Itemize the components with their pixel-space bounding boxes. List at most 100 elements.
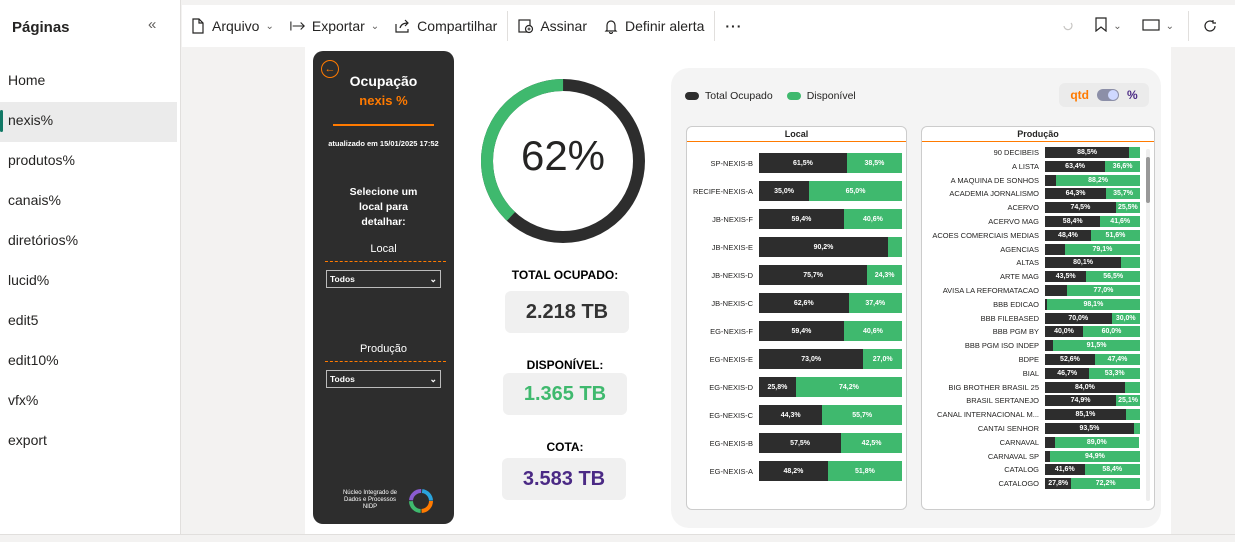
page-item[interactable]: export <box>0 422 177 462</box>
page-item[interactable]: produtos% <box>0 142 177 182</box>
scrollbar-thumb[interactable] <box>1146 157 1150 203</box>
bar-row[interactable]: JB-NEXIS-E 90,2% <box>687 237 902 257</box>
bar-category-label: BIG BROTHER BRASIL 25 <box>948 382 1039 392</box>
bar-segment-disponivel: 58,4% <box>1084 464 1140 476</box>
bar-row[interactable]: ALTAS 80,1% <box>922 257 1140 269</box>
bar-category-label: EG-NEXIS-F <box>710 326 753 336</box>
producao-filter-dropdown[interactable]: Todos ⌄ <box>326 370 441 388</box>
bookmark-button[interactable]: ⌄ <box>1087 11 1129 41</box>
report-subtitle: nexis % <box>359 93 408 108</box>
export-menu-label: Exportar <box>311 18 365 34</box>
bar-segment-ocupado: 58,4% <box>1045 216 1101 227</box>
chevron-down-icon: ⌄ <box>265 20 274 32</box>
bar-row[interactable]: CATALOG 41,6% 58,4% <box>922 464 1140 476</box>
bar-row[interactable]: BDPE 52,6% 47,4% <box>922 354 1140 365</box>
bar-row[interactable]: BBB PGM BY 40,0% 60,0% <box>922 326 1140 338</box>
bar-row[interactable]: CANAL INTERNACIONAL M... 85,1% <box>922 409 1140 421</box>
more-options-button[interactable]: ··· <box>717 11 750 41</box>
unit-toggle[interactable]: qtd % <box>1059 83 1149 107</box>
toggle-switch[interactable] <box>1096 89 1119 101</box>
bar-row[interactable]: BBB FILEBASED 70,0% 30,0% <box>922 312 1140 324</box>
set-alert-button[interactable]: Definir alerta <box>595 11 712 41</box>
bar-row[interactable]: BBB PGM ISO INDEP 91,5% <box>922 340 1140 352</box>
bar-segment-disponivel: 42,5% <box>841 433 902 453</box>
bar-segment-ocupado: 74,5% <box>1045 202 1116 214</box>
bar-segment-disponivel <box>1129 147 1140 158</box>
local-chart-title: Local <box>687 127 906 142</box>
bar-row[interactable]: BBB EDICAO 98,1% <box>922 298 1140 310</box>
bar-segment-ocupado: 84,0% <box>1045 381 1125 393</box>
bar-row[interactable]: BIAL 46,7% 53,3% <box>922 367 1140 379</box>
bar-row[interactable]: ACADEMIA JORNALISMO 64,3% 35,7% <box>922 188 1140 200</box>
sign-button[interactable]: Assinar <box>510 11 595 41</box>
bar-category-label: JB-NEXIS-C <box>711 298 753 308</box>
bar-row[interactable]: EG-NEXIS-F 59,4% 40,6% <box>687 321 902 341</box>
bar-segment-disponivel: 53,3% <box>1089 367 1140 379</box>
bar-segment-ocupado: 46,7% <box>1045 367 1090 379</box>
bar-row[interactable]: JB-NEXIS-D 75,7% 24,3% <box>687 265 902 285</box>
legend-swatch-ocupado <box>685 92 699 100</box>
double-chevron-left-icon[interactable]: « <box>148 16 156 33</box>
refresh-icon[interactable] <box>1195 11 1225 41</box>
bookmark-icon <box>1095 17 1107 35</box>
page-item[interactable]: nexis% <box>0 102 177 142</box>
bar-segment-ocupado: 43,5% <box>1045 271 1087 283</box>
bar-category-label: ACOES COMERCIAIS MEDIAS <box>932 230 1039 240</box>
local-chart: Local SP-NEXIS-B 61,5% 38,5% RECIFE-NEXIS-A… <box>686 126 907 510</box>
bar-row[interactable]: CANTAI SENHOR 93,5% <box>922 423 1140 434</box>
bar-segment-ocupado <box>1045 285 1067 296</box>
page-item[interactable]: lucid% <box>0 262 177 302</box>
bar-row[interactable]: ACERVO MAG 58,4% 41,6% <box>922 216 1140 227</box>
page-item-label: export <box>8 432 47 448</box>
bar-row[interactable]: AGENCIAS 79,1% <box>922 243 1140 255</box>
bar-row[interactable]: EG-NEXIS-E 73,0% 27,0% <box>687 349 902 369</box>
page-item[interactable]: vfx% <box>0 382 177 422</box>
bar-row[interactable]: ACERVO 74,5% 25,5% <box>922 202 1140 214</box>
bar-row[interactable]: A MAQUINA DE SONHOS 88,2% <box>922 174 1140 186</box>
page-item-label: edit5 <box>8 312 39 328</box>
producao-scrollbar[interactable] <box>1146 149 1150 501</box>
page-item[interactable]: diretórios% <box>0 222 177 262</box>
bar-segment-ocupado: 63,4% <box>1045 160 1106 172</box>
file-menu-button[interactable]: Arquivo ⌄ <box>182 11 282 41</box>
bar-row[interactable]: EG-NEXIS-B 57,5% 42,5% <box>687 433 902 453</box>
bar-row[interactable]: EG-NEXIS-A 48,2% 51,8% <box>687 461 902 481</box>
page-item[interactable]: Home <box>0 62 177 102</box>
bar-category-label: JB-NEXIS-F <box>712 214 753 224</box>
status-strip <box>0 534 1235 542</box>
bar-row[interactable]: A LISTA 63,4% 36,6% <box>922 160 1140 172</box>
legend-disponivel-label: Disponível <box>806 90 856 102</box>
bar-category-label: EG-NEXIS-D <box>709 382 753 392</box>
share-button[interactable]: Compartilhar <box>387 11 505 41</box>
bar-row[interactable]: CARNAVAL SP 94,9% <box>922 450 1140 462</box>
bar-row[interactable]: BRASIL SERTANEJO 74,9% 25,1% <box>922 395 1140 407</box>
bar-row[interactable]: ACOES COMERCIAIS MEDIAS 48,4% 51,6% <box>922 229 1140 241</box>
bar-row[interactable]: EG-NEXIS-C 44,3% 55,7% <box>687 405 902 425</box>
bar-segment-ocupado <box>1045 243 1065 255</box>
bar-row[interactable]: 90 DECIBEIS 88,5% <box>922 147 1140 158</box>
bar-row[interactable]: CATALOGO 27,8% 72,2% <box>922 478 1140 490</box>
bar-row[interactable]: AVISA LA REFORMATACAO 77,0% <box>922 285 1140 296</box>
page-item-label: canais% <box>8 192 61 208</box>
bar-category-label: EG-NEXIS-B <box>709 438 753 448</box>
page-item[interactable]: edit5 <box>0 302 177 342</box>
bar-segment-disponivel: 89,0% <box>1054 436 1140 448</box>
bar-row[interactable]: JB-NEXIS-F 59,4% 40,6% <box>687 209 902 229</box>
undo-icon[interactable] <box>1053 11 1083 41</box>
bar-row[interactable]: SP-NEXIS-B 61,5% 38,5% <box>687 153 902 173</box>
page-item[interactable]: canais% <box>0 182 177 222</box>
page-item[interactable]: edit10% <box>0 342 177 382</box>
view-button[interactable]: ⌄ <box>1134 11 1182 41</box>
export-menu-button[interactable]: Exportar ⌄ <box>282 11 387 41</box>
toggle-qtd-label: qtd <box>1070 88 1089 102</box>
bar-row[interactable]: ARTE MAG 43,5% 56,5% <box>922 271 1140 283</box>
bar-row[interactable]: CARNAVAL 89,0% <box>922 436 1140 448</box>
title-divider <box>333 124 434 126</box>
bar-category-label: CANTAI SENHOR <box>977 424 1039 433</box>
total-ocupado-label: TOTAL OCUPADO: <box>511 268 619 282</box>
bar-row[interactable]: JB-NEXIS-C 62,6% 37,4% <box>687 293 902 313</box>
bar-row[interactable]: EG-NEXIS-D 25,8% 74,2% <box>687 377 902 397</box>
local-filter-dropdown[interactable]: Todos ⌄ <box>326 270 441 288</box>
bar-row[interactable]: BIG BROTHER BRASIL 25 84,0% <box>922 381 1140 393</box>
bar-row[interactable]: RECIFE-NEXIS-A 35,0% 65,0% <box>687 181 902 201</box>
